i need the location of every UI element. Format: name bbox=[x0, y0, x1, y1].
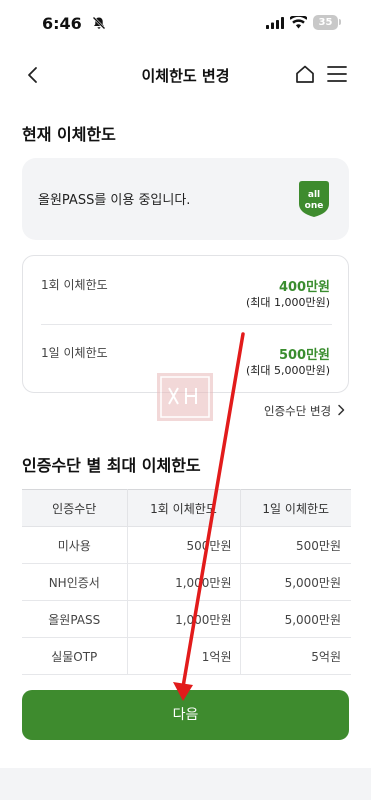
table-row: 올원PASS 1,000만원 5,000만원 bbox=[22, 600, 351, 638]
table-cell: 1,000만원 bbox=[127, 600, 241, 638]
status-time: 6:46 bbox=[42, 14, 82, 33]
table-cell: NH인증서 bbox=[22, 563, 128, 601]
table-header: 1일 이체한도 bbox=[240, 489, 351, 527]
all-one-logo-icon: all one bbox=[299, 181, 329, 217]
table-cell: 1,000만원 bbox=[127, 563, 241, 601]
table-cell: 500만원 bbox=[240, 526, 351, 564]
table-cell: 미사용 bbox=[22, 526, 128, 564]
max-limit-heading: 인증수단 별 최대 이체한도 bbox=[22, 456, 201, 475]
svg-text:one: one bbox=[305, 201, 324, 211]
bottom-strip bbox=[0, 768, 371, 800]
home-icon[interactable] bbox=[294, 63, 316, 85]
table-header-row: 인증수단 1회 이체한도 1일 이체한도 bbox=[22, 489, 351, 527]
nav-bar: 이체한도 변경 bbox=[0, 54, 371, 96]
limit-value: 500만원 bbox=[278, 348, 330, 363]
status-bar: 6:46 35 bbox=[0, 0, 371, 46]
table-cell: 500만원 bbox=[127, 526, 241, 564]
watermark-seal bbox=[157, 373, 213, 421]
table-cell: 1억원 bbox=[127, 637, 241, 675]
battery-nub bbox=[339, 19, 341, 25]
max-limit-table: 인증수단 1회 이체한도 1일 이체한도 미사용 500만원 500만원 NH인… bbox=[22, 489, 351, 675]
battery-icon: 35 bbox=[313, 15, 338, 30]
table-cell: 실물OTP bbox=[22, 637, 128, 675]
limit-row-once: 1회 이체한도 400만원 (최대 1,000만원) bbox=[23, 256, 350, 316]
table-header: 인증수단 bbox=[22, 489, 128, 527]
limit-max: (최대 5,000만원) bbox=[245, 364, 330, 377]
table-cell: 5,000만원 bbox=[240, 600, 351, 638]
svg-text:all: all bbox=[308, 190, 320, 200]
limit-label: 1회 이체한도 bbox=[41, 278, 108, 292]
table-row: 미사용 500만원 500만원 bbox=[22, 526, 351, 564]
wifi-icon bbox=[290, 16, 307, 29]
current-limit-heading: 현재 이체한도 bbox=[22, 125, 116, 144]
table-cell: 5억원 bbox=[240, 637, 351, 675]
change-auth-link[interactable]: 인증수단 변경 bbox=[264, 403, 331, 419]
table-cell: 올원PASS bbox=[22, 600, 128, 638]
auth-status-card: 올원PASS를 이용 중입니다. all one bbox=[22, 158, 349, 240]
table-row: 실물OTP 1억원 5억원 bbox=[22, 637, 351, 675]
chevron-right-icon[interactable] bbox=[336, 404, 346, 416]
battery-level: 35 bbox=[318, 17, 333, 28]
table-cell: 5,000만원 bbox=[240, 563, 351, 601]
menu-icon[interactable] bbox=[326, 64, 348, 84]
bell-slash-icon bbox=[92, 16, 106, 30]
limit-label: 1일 이체한도 bbox=[41, 346, 108, 360]
signal-icon bbox=[266, 17, 284, 29]
next-button[interactable]: 다음 bbox=[22, 690, 349, 740]
limit-value: 400만원 bbox=[278, 280, 330, 295]
table-row: NH인증서 1,000만원 5,000만원 bbox=[22, 563, 351, 601]
auth-status-text: 올원PASS를 이용 중입니다. bbox=[38, 193, 191, 208]
table-header: 1회 이체한도 bbox=[127, 489, 241, 527]
limit-max: (최대 1,000만원) bbox=[245, 296, 330, 309]
